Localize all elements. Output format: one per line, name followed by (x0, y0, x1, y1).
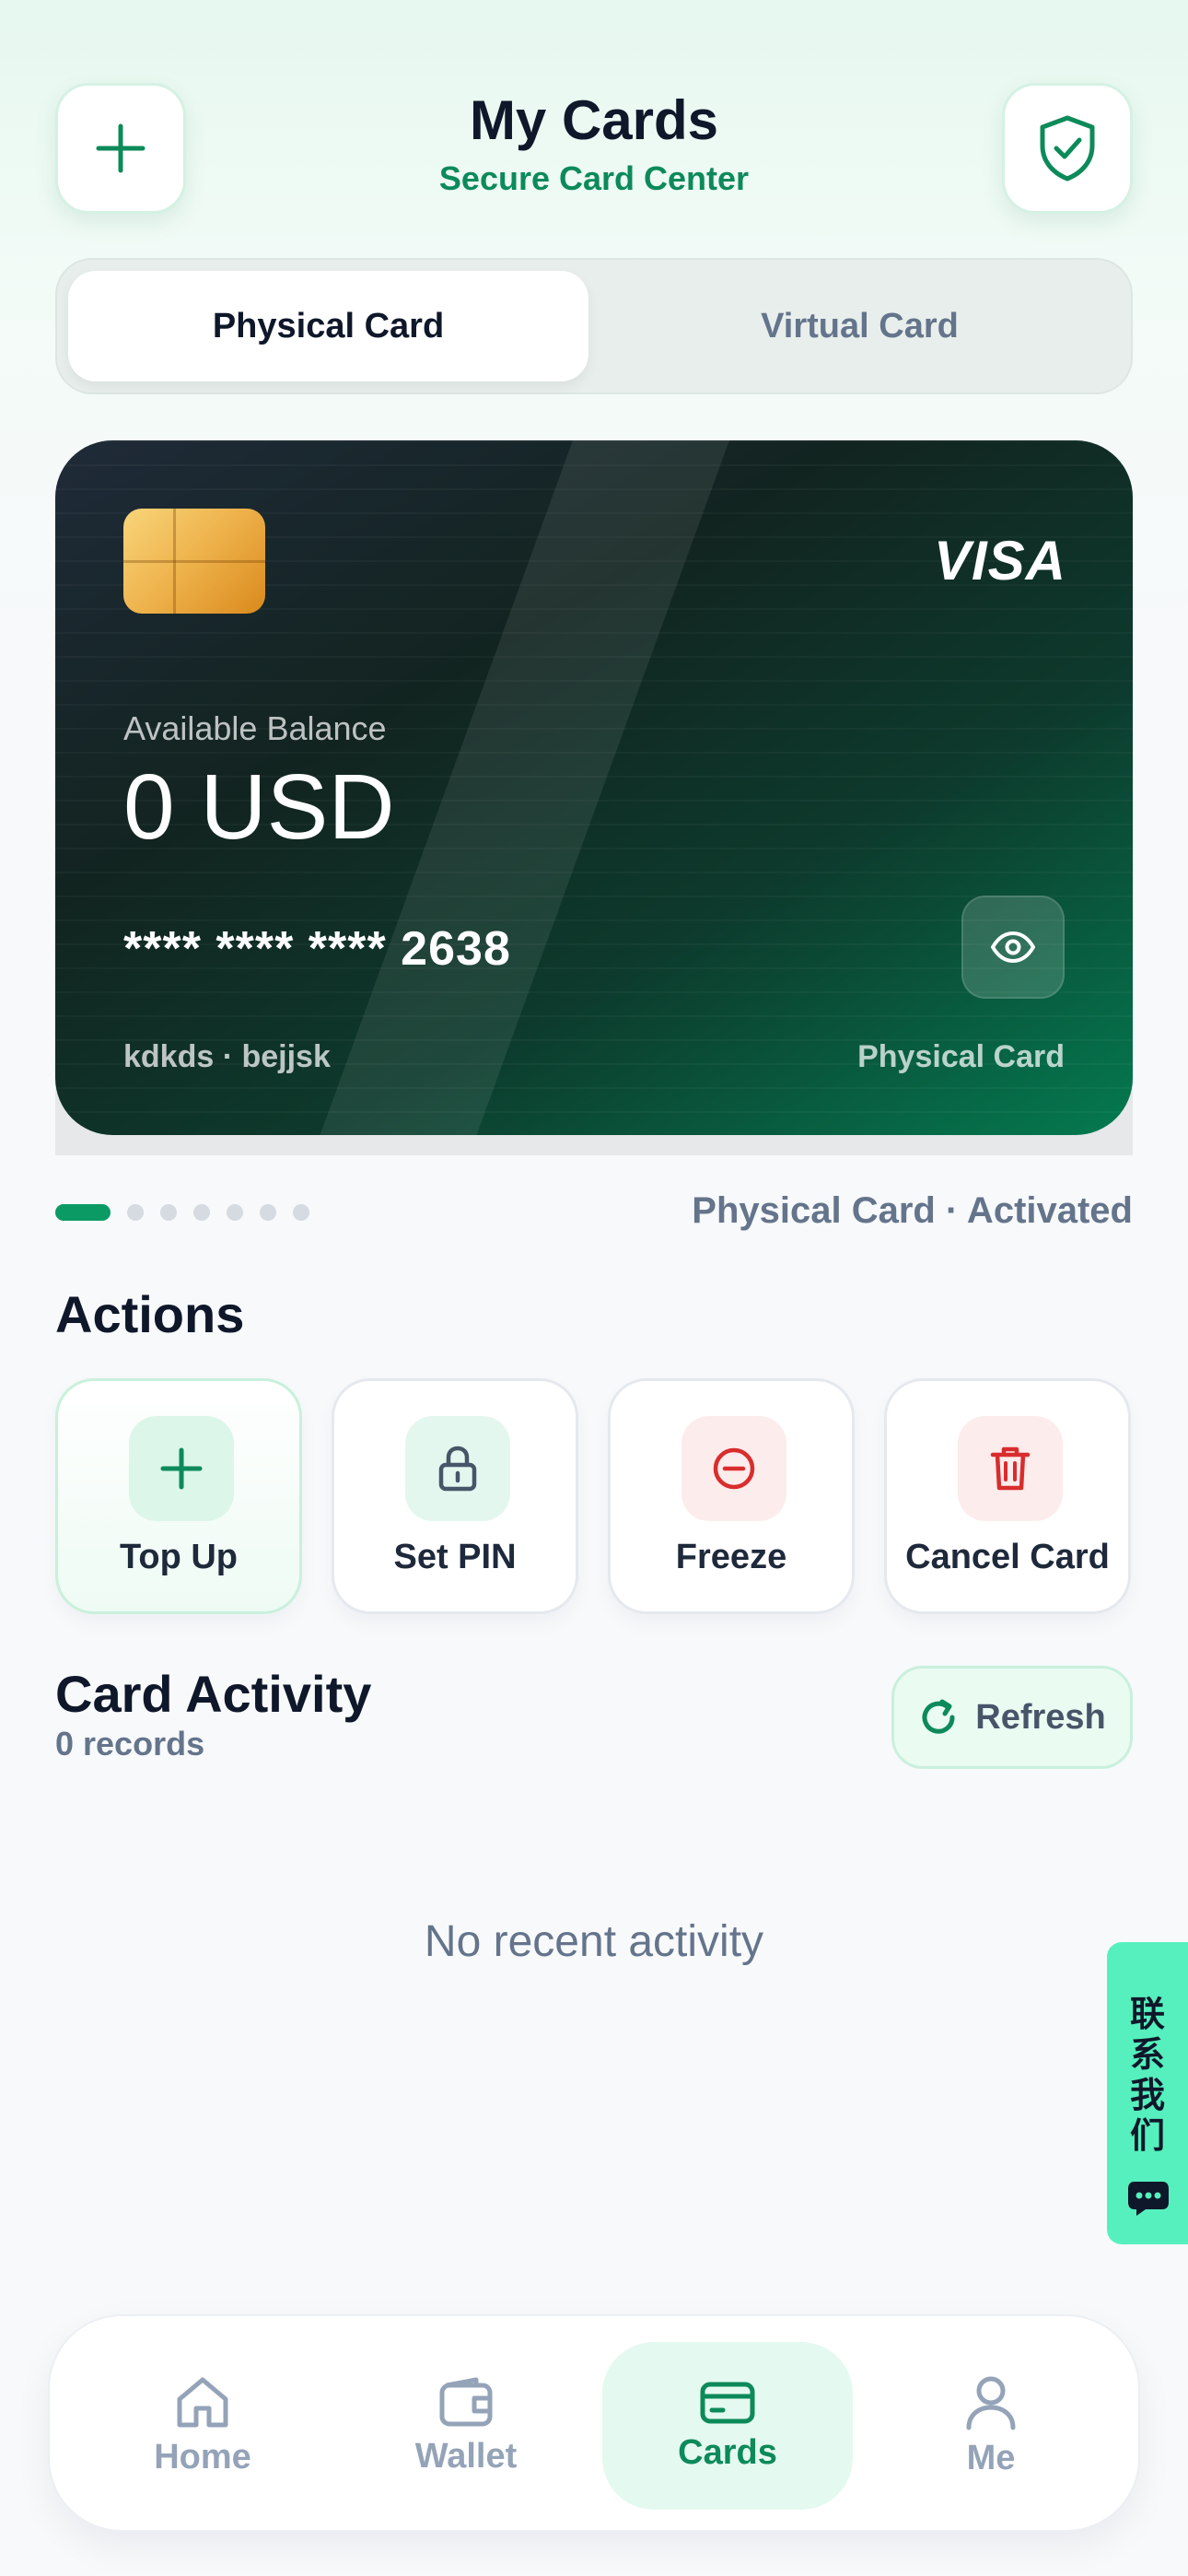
top-up-button[interactable]: Top Up (55, 1378, 302, 1614)
nav-home-label: Home (154, 2437, 251, 2476)
refresh-icon (922, 1699, 955, 1734)
refresh-button[interactable]: Refresh (891, 1666, 1133, 1769)
set-pin-icon-wrap (405, 1416, 510, 1521)
actions-title: Actions (55, 1285, 245, 1343)
tab-virtual-card[interactable]: Virtual Card (600, 271, 1120, 381)
shield-check-icon (1040, 115, 1095, 181)
pager-dot[interactable] (293, 1204, 309, 1221)
top-up-icon-wrap (129, 1416, 234, 1521)
security-button[interactable] (1002, 83, 1133, 214)
minus-circle-icon (713, 1447, 755, 1490)
nav-me[interactable]: Me (866, 2342, 1116, 2510)
home-icon (177, 2377, 228, 2427)
pager-dot[interactable] (127, 1204, 144, 1221)
user-icon (966, 2376, 1016, 2430)
balance-value: 0 USD (123, 755, 395, 859)
activity-title: Card Activity (55, 1665, 372, 1723)
empty-state: No recent activity (424, 1917, 764, 1966)
trash-icon (990, 1446, 1031, 1491)
add-card-button[interactable] (55, 83, 186, 214)
card-brand-logo: VISA (933, 530, 1066, 591)
contact-us-tab[interactable]: 联系我们 (1107, 1942, 1188, 2244)
toggle-visibility-button[interactable] (961, 896, 1065, 999)
plus-icon (96, 123, 146, 173)
freeze-button[interactable]: Freeze (608, 1378, 855, 1614)
balance-label: Available Balance (123, 709, 387, 747)
nav-me-label: Me (966, 2438, 1016, 2477)
tab-physical-card[interactable]: Physical Card (68, 271, 588, 381)
page-subtitle: Secure Card Center (438, 159, 750, 197)
title-block: My Cards Secure Card Center (239, 88, 949, 198)
set-pin-button[interactable]: Set PIN (332, 1378, 578, 1614)
wallet-icon (439, 2377, 493, 2426)
pager-dot[interactable] (227, 1204, 243, 1221)
card-pager (55, 1203, 309, 1222)
card-holder: kdkds · bejjsk (123, 1039, 331, 1074)
actions-grid: Top Up Set PIN Freeze Cancel Card (55, 1378, 1133, 1614)
card-number: **** **** **** 2638 (123, 922, 511, 976)
contact-us-label: 联系我们 (1129, 1994, 1165, 2156)
bottom-nav: Home Wallet Cards Me (48, 2314, 1140, 2532)
nav-wallet[interactable]: Wallet (341, 2342, 591, 2510)
card-type-segment: Physical Card Virtual Card (55, 258, 1133, 394)
plus-icon (160, 1447, 203, 1490)
pager-dot[interactable] (160, 1204, 177, 1221)
activity-count: 0 records (55, 1725, 205, 1762)
refresh-label: Refresh (975, 1697, 1106, 1737)
card-icon (700, 2382, 755, 2423)
header: My Cards Secure Card Center (55, 83, 1133, 217)
chat-icon (1128, 2182, 1169, 2216)
bank-card[interactable]: VISA Available Balance 0 USD **** **** *… (55, 440, 1133, 1135)
lock-icon (438, 1446, 477, 1492)
pager-dot[interactable] (55, 1204, 111, 1221)
nav-cards[interactable]: Cards (602, 2342, 853, 2510)
pager-dot[interactable] (260, 1204, 276, 1221)
cancel-card-icon-wrap (958, 1416, 1063, 1521)
nav-cards-label: Cards (678, 2432, 777, 2472)
page-title: My Cards (469, 89, 719, 151)
freeze-icon-wrap (681, 1416, 786, 1521)
nav-home[interactable]: Home (77, 2342, 328, 2510)
set-pin-label: Set PIN (393, 1538, 517, 1576)
nav-wallet-label: Wallet (414, 2436, 518, 2476)
cancel-card-button[interactable]: Cancel Card (884, 1378, 1131, 1614)
card-chip (123, 509, 265, 614)
card-status: Physical Card · Activated (692, 1190, 1133, 1231)
top-up-label: Top Up (119, 1538, 239, 1576)
pager-dot[interactable] (193, 1204, 210, 1221)
cancel-card-label: Cancel Card (905, 1538, 1110, 1576)
card-type-label: Physical Card (857, 1039, 1065, 1074)
freeze-label: Freeze (675, 1538, 787, 1576)
eye-icon (991, 931, 1035, 963)
